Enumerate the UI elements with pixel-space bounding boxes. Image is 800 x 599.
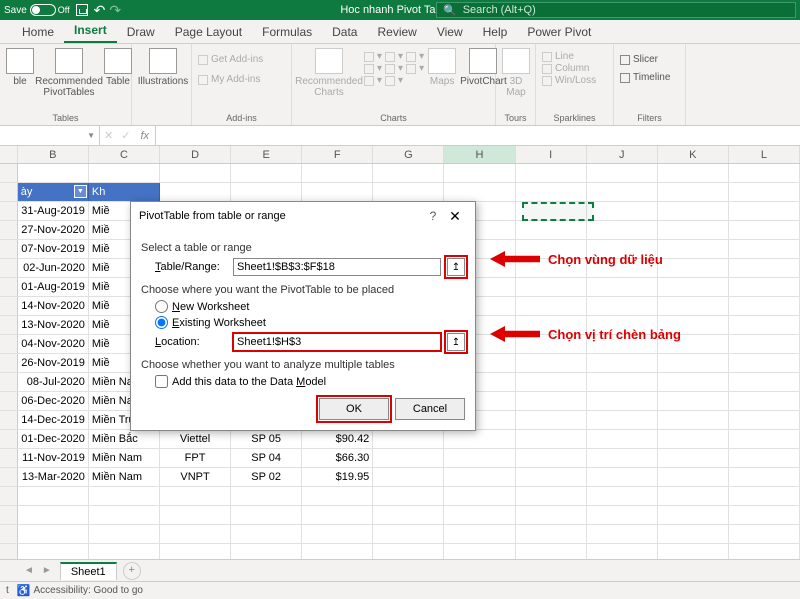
tab-view[interactable]: View (427, 21, 473, 43)
help-icon[interactable]: ? (423, 209, 443, 223)
sparkline-column-button: Column (542, 63, 596, 74)
autosave-toggle[interactable] (30, 4, 56, 16)
add-sheet-button[interactable]: + (123, 562, 141, 580)
autosave-off: Off (58, 5, 70, 15)
radio-new-worksheet[interactable] (155, 300, 168, 313)
accessibility-icon: ♿ (17, 584, 31, 597)
ribbon: ble Recommended PivotTables Table Tables… (0, 44, 800, 126)
title-bar: Save Off ↶ ↷ Hoc nhanh Pivot Table ~ 🔍 S… (0, 0, 800, 20)
arrow-icon (490, 251, 540, 267)
sparkline-winloss-button: Win/Loss (542, 75, 596, 86)
name-box[interactable]: ▼ (0, 126, 100, 145)
radio-existing-worksheet[interactable] (155, 316, 168, 329)
table-range-label: Table/Range: (155, 261, 227, 273)
recommended-pivottables-button[interactable]: Recommended PivotTables (38, 48, 100, 98)
collapse-location-icon[interactable]: ↥ (447, 333, 465, 351)
recommended-charts-button: Recommended Charts (298, 48, 360, 98)
redo-icon[interactable]: ↷ (109, 3, 121, 17)
timeline-button[interactable]: Timeline (620, 72, 670, 83)
search-box[interactable]: 🔍 Search (Alt+Q) (436, 2, 796, 18)
sheet-nav-prev[interactable]: ◄ (24, 565, 34, 576)
cancel-button[interactable]: Cancel (395, 398, 465, 420)
tab-draw[interactable]: Draw (117, 21, 165, 43)
table-row[interactable]: 13-Mar-2020Miền NamVNPTSP 02$19.95 (0, 468, 800, 487)
section-multiple-tables: Choose whether you want to analyze multi… (141, 359, 465, 371)
autosave-label: Save (4, 5, 27, 16)
selection-marquee (522, 202, 594, 221)
sparkline-line-button: Line (542, 51, 596, 62)
get-addins-button[interactable]: Get Add-ins (198, 54, 263, 65)
ribbon-group-tours: 3D Map Tours (496, 44, 536, 125)
dialog-titlebar[interactable]: PivotTable from table or range ? ✕ (131, 202, 475, 230)
status-mode: t (6, 585, 9, 596)
section-select-range: Select a table or range (141, 242, 465, 254)
tab-formulas[interactable]: Formulas (252, 21, 322, 43)
arrow-icon (490, 326, 540, 342)
ribbon-group-sparklines: Line Column Win/Loss Sparklines (536, 44, 614, 125)
fx-icon[interactable]: fx (134, 130, 155, 142)
tab-home[interactable]: Home (12, 21, 64, 43)
undo-icon[interactable]: ↶ (94, 3, 106, 17)
ribbon-group-illustrations: Illustrations (132, 44, 192, 125)
annotation-1: Chọn vùng dữ liệu (490, 251, 663, 267)
table-row[interactable]: 11-Nov-2019Miền NamFPTSP 04$66.30 (0, 449, 800, 468)
chart-type-3: ▾ ▾ (364, 75, 424, 86)
formula-bar: ▼ ✕✓ fx (0, 126, 800, 146)
sheet-tab-sheet1[interactable]: Sheet1 (60, 562, 117, 580)
ribbon-group-addins: Get Add-ins My Add-ins Add-ins (192, 44, 292, 125)
collapse-range-icon[interactable]: ↥ (447, 258, 465, 276)
maps-button: Maps (428, 48, 456, 87)
tab-page-layout[interactable]: Page Layout (165, 21, 252, 43)
table-button[interactable]: Table (104, 48, 132, 87)
tab-review[interactable]: Review (367, 21, 426, 43)
pivottable-dialog: PivotTable from table or range ? ✕ Selec… (130, 201, 476, 431)
col-header-date: ày▼ (18, 183, 89, 201)
table-range-input[interactable] (233, 258, 441, 276)
search-placeholder: Search (Alt+Q) (463, 4, 536, 16)
ok-button[interactable]: OK (319, 398, 389, 420)
my-addins-button[interactable]: My Add-ins (198, 74, 263, 85)
tab-help[interactable]: Help (473, 21, 518, 43)
tab-insert[interactable]: Insert (64, 19, 117, 43)
slicer-button[interactable]: Slicer (620, 54, 670, 65)
ribbon-tabs: Home Insert Draw Page Layout Formulas Da… (0, 20, 800, 44)
save-icon[interactable] (76, 4, 88, 16)
tab-data[interactable]: Data (322, 21, 367, 43)
close-icon[interactable]: ✕ (443, 208, 467, 225)
ribbon-group-tables: ble Recommended PivotTables Table Tables (0, 44, 132, 125)
annotation-2: Chọn vị trí chèn bảng (490, 326, 681, 342)
3d-map-button: 3D Map (502, 48, 530, 98)
sheet-nav-next[interactable]: ► (42, 565, 52, 576)
illustrations-button[interactable]: Illustrations (138, 48, 188, 87)
ribbon-group-filters: Slicer Timeline Filters (614, 44, 686, 125)
column-headers: B C D E F G H I J K L (0, 146, 800, 164)
location-input[interactable] (233, 333, 441, 351)
table-row[interactable]: 01-Dec-2020Miền BắcViettelSP 05$90.42 (0, 430, 800, 449)
ribbon-group-charts: Recommended Charts ▾ ▾ ▾ ▾ ▾ ▾ ▾ ▾ Maps … (292, 44, 496, 125)
select-all-corner[interactable] (0, 146, 18, 163)
chart-type-1: ▾ ▾ ▾ (364, 51, 424, 62)
dialog-title: PivotTable from table or range (139, 210, 286, 222)
accessibility-status[interactable]: ♿ Accessibility: Good to go (17, 584, 143, 597)
status-bar: t ♿ Accessibility: Good to go (0, 581, 800, 599)
sheet-tabs: ◄ ► Sheet1 + (0, 559, 800, 581)
chart-type-2: ▾ ▾ ▾ (364, 63, 424, 74)
search-icon: 🔍 (443, 4, 457, 17)
col-header-region: Kh (89, 183, 160, 201)
pivottable-button[interactable]: ble (6, 48, 34, 87)
data-model-checkbox[interactable] (155, 375, 168, 388)
tab-power-pivot[interactable]: Power Pivot (517, 21, 601, 43)
location-label: Location: (155, 336, 227, 348)
section-placement: Choose where you want the PivotTable to … (141, 284, 465, 296)
